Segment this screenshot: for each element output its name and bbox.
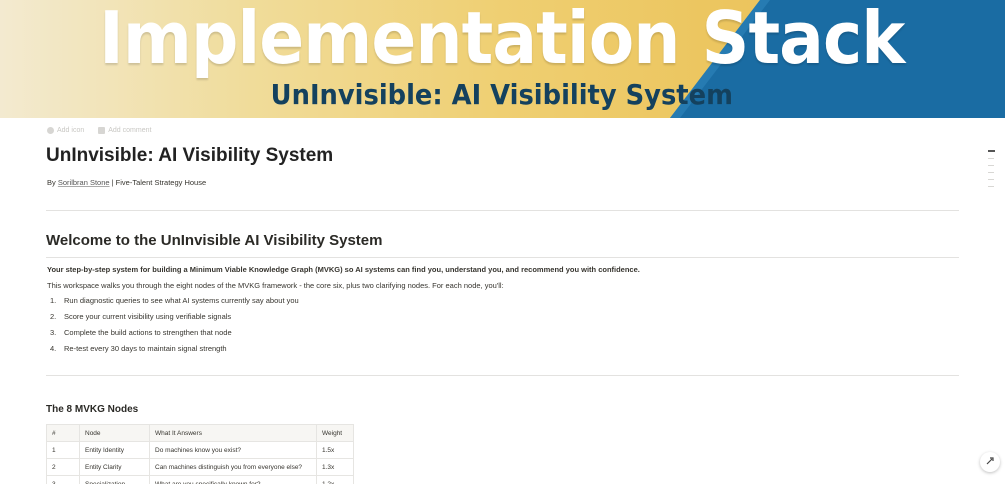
table-cell[interactable]: Specialization bbox=[79, 475, 150, 484]
toc-mark[interactable] bbox=[988, 171, 994, 173]
add-comment-button[interactable]: Add comment bbox=[98, 127, 151, 134]
divider bbox=[46, 375, 959, 376]
banner-subtitle: UnInvisible: AI Visibility System bbox=[270, 78, 733, 111]
nodes-heading[interactable]: The 8 MVKG Nodes bbox=[46, 404, 138, 415]
list-text: Run diagnostic queries to see what AI sy… bbox=[64, 296, 299, 305]
add-icon-label: Add icon bbox=[57, 127, 85, 134]
table-cell[interactable]: 1.3x bbox=[316, 458, 354, 476]
table-cell[interactable]: Entity Clarity bbox=[79, 458, 150, 476]
table-cell[interactable]: Entity Identity bbox=[79, 441, 150, 459]
table-row[interactable]: 3 Specialization What are you specifical… bbox=[46, 475, 354, 484]
toc-mark[interactable] bbox=[988, 185, 994, 187]
table-row[interactable]: 1 Entity Identity Do machines know you e… bbox=[46, 441, 354, 459]
list-number: 2. bbox=[50, 312, 57, 321]
list-number: 4. bbox=[50, 344, 57, 353]
list-item[interactable]: 1. Run diagnostic queries to see what AI … bbox=[50, 296, 299, 312]
banner-title: Implementation Stack bbox=[99, 0, 905, 80]
byline-prefix: By bbox=[47, 178, 56, 187]
byline: By Sorilbran Stone | Five-Talent Strateg… bbox=[47, 178, 206, 187]
toc-mark[interactable] bbox=[988, 178, 994, 180]
smiley-icon bbox=[47, 127, 54, 134]
author-link[interactable]: Sorilbran Stone bbox=[58, 178, 110, 187]
page-actions: Add icon Add comment bbox=[47, 127, 151, 134]
intro-bold-text[interactable]: Your step-by-step system for building a … bbox=[47, 265, 640, 274]
list-item[interactable]: 2. Score your current visibility using ve… bbox=[50, 312, 299, 328]
page-title[interactable]: UnInvisible: AI Visibility System bbox=[46, 145, 333, 167]
welcome-heading[interactable]: Welcome to the UnInvisible AI Visibility… bbox=[46, 232, 382, 249]
steps-list: 1. Run diagnostic queries to see what AI … bbox=[50, 296, 299, 360]
add-comment-label: Add comment bbox=[108, 127, 152, 134]
toc-mark[interactable] bbox=[988, 150, 995, 152]
column-header[interactable]: What It Answers bbox=[149, 424, 317, 442]
column-header[interactable]: Node bbox=[79, 424, 150, 442]
column-header[interactable]: # bbox=[46, 424, 80, 442]
table-cell[interactable]: 1.5x bbox=[316, 441, 354, 459]
intro-text[interactable]: This workspace walks you through the eig… bbox=[47, 281, 504, 290]
table-cell[interactable]: 2 bbox=[46, 458, 80, 476]
table-cell[interactable]: What are you specifically known for? bbox=[149, 475, 317, 484]
column-header[interactable]: Weight bbox=[316, 424, 354, 442]
table-header-row: # Node What It Answers Weight bbox=[46, 424, 354, 442]
byline-suffix: | Five-Talent Strategy House bbox=[109, 178, 207, 187]
divider bbox=[46, 210, 959, 211]
toc-mark[interactable] bbox=[988, 164, 994, 166]
help-icon bbox=[985, 456, 995, 468]
list-text: Complete the build actions to strengthen… bbox=[64, 328, 232, 337]
table-cell[interactable]: Do machines know you exist? bbox=[149, 441, 317, 459]
list-text: Score your current visibility using veri… bbox=[64, 312, 232, 321]
list-text: Re-test every 30 days to maintain signal… bbox=[64, 344, 227, 353]
list-number: 3. bbox=[50, 328, 57, 337]
table-cell[interactable]: 1 bbox=[46, 441, 80, 459]
table-of-contents-minimap[interactable] bbox=[988, 150, 995, 187]
heading-underline bbox=[46, 257, 959, 258]
table-row[interactable]: 2 Entity Clarity Can machines distinguis… bbox=[46, 458, 354, 476]
comment-icon bbox=[98, 127, 106, 134]
list-item[interactable]: 3. Complete the build actions to strength… bbox=[50, 328, 299, 344]
toc-mark[interactable] bbox=[988, 157, 994, 159]
add-icon-button[interactable]: Add icon bbox=[47, 127, 84, 134]
cover-banner: Implementation Stack UnInvisible: AI Vis… bbox=[0, 0, 1005, 118]
table-cell[interactable]: 3 bbox=[46, 475, 80, 484]
table-cell[interactable]: 1.2x bbox=[316, 475, 354, 484]
list-number: 1. bbox=[50, 296, 57, 305]
table-cell[interactable]: Can machines distinguish you from everyo… bbox=[149, 458, 317, 476]
help-button[interactable] bbox=[980, 452, 1000, 472]
list-item[interactable]: 4. Re-test every 30 days to maintain sign… bbox=[50, 344, 299, 360]
nodes-table: # Node What It Answers Weight 1 Entity I… bbox=[46, 424, 354, 484]
